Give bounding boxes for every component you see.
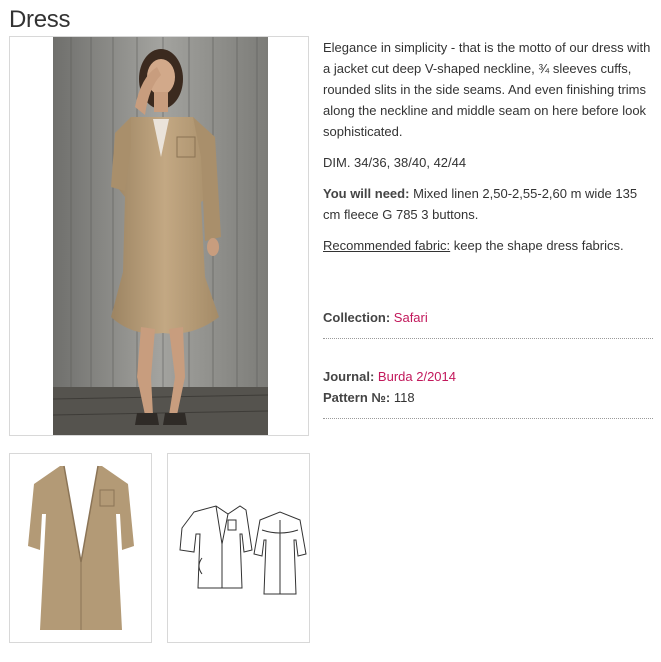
- model-photo-image: [53, 37, 268, 435]
- dress-flat-thumbnail[interactable]: [9, 453, 152, 643]
- divider: [323, 338, 653, 339]
- journal-label: Journal:: [323, 369, 375, 384]
- technical-drawing-thumbnail[interactable]: [167, 453, 310, 643]
- product-dimensions: DIM. 34/36, 38/40, 42/44: [323, 155, 467, 170]
- page-title: Dress: [9, 6, 71, 33]
- recommended-fabric: Recommended fabric: keep the shape dress…: [323, 235, 655, 256]
- pattern-number: 118: [393, 390, 415, 405]
- dress-flat-image: [10, 454, 151, 642]
- main-product-photo[interactable]: [9, 36, 309, 436]
- journal-row: Journal: Burda 2/2014: [323, 366, 456, 387]
- materials-needed: You will need: Mixed linen 2,50-2,55-2,6…: [323, 183, 655, 225]
- product-description: Elegance in simplicity - that is the mot…: [323, 40, 651, 139]
- collection-link[interactable]: Safari: [394, 310, 428, 325]
- product-info: Elegance in simplicity - that is the mot…: [323, 37, 655, 256]
- pattern-row: Pattern №: 118: [323, 387, 415, 408]
- recommended-fabric-value: keep the shape dress fabrics.: [453, 238, 624, 253]
- collection-label: Collection:: [323, 310, 391, 325]
- technical-drawing-image: [168, 454, 309, 642]
- pattern-label: Pattern №:: [323, 390, 391, 405]
- recommended-fabric-label: Recommended fabric:: [323, 238, 451, 253]
- materials-label: You will need:: [323, 186, 410, 201]
- divider: [323, 418, 653, 419]
- collection-row: Collection: Safari: [323, 307, 428, 328]
- journal-link[interactable]: Burda 2/2014: [378, 369, 456, 384]
